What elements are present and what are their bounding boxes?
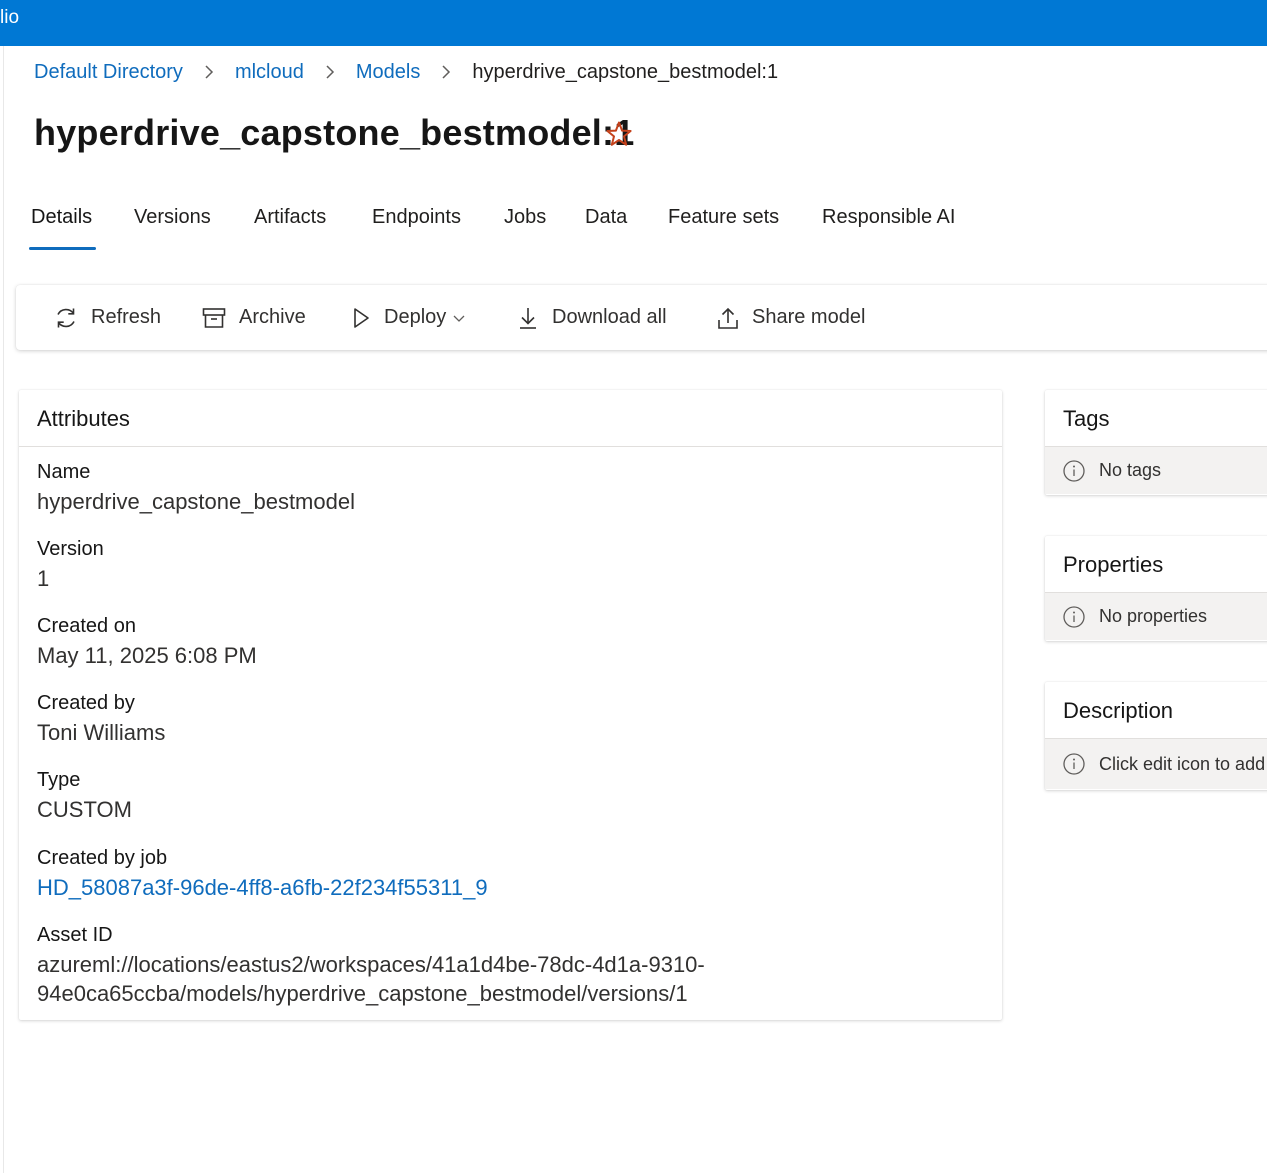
tab-jobs[interactable]: Jobs <box>504 206 546 229</box>
tab-data[interactable]: Data <box>585 206 627 229</box>
attr-version-label: Version <box>37 538 104 560</box>
refresh-label: Refresh <box>91 306 162 328</box>
deploy-label: Deploy <box>384 306 447 328</box>
breadcrumb-workspace[interactable]: mlcloud <box>235 61 304 84</box>
attr-asset-id-value-line1: azureml://locations/eastus2/workspaces/4… <box>37 952 705 977</box>
tab-details[interactable]: Details <box>31 206 92 229</box>
attr-asset-id-group: Asset ID azureml://locations/eastus2/wor… <box>37 924 705 1007</box>
attributes-header: Attributes <box>19 390 1002 447</box>
breadcrumb-models[interactable]: Models <box>356 61 420 84</box>
info-icon <box>1063 753 1085 775</box>
attr-created-on-value: May 11, 2025 6:08 PM <box>37 643 257 668</box>
breadcrumb-current: hyperdrive_capstone_bestmodel:1 <box>472 60 779 83</box>
share-upload-icon <box>718 307 738 329</box>
properties-empty-row: No properties <box>1045 593 1267 640</box>
archive-button[interactable]: Archive <box>201 285 306 350</box>
tab-bar: Details Versions Artifacts Endpoints Job… <box>0 200 1000 254</box>
command-bar: Refresh Archive Deploy Download all Shar… <box>16 285 1267 350</box>
tags-card: Tags No tags <box>1045 390 1267 495</box>
attr-job-group: Created by job HD_58087a3f-96de-4ff8-a6f… <box>37 847 488 901</box>
share-model-label: Share model <box>752 306 866 328</box>
attr-name-label: Name <box>37 461 91 483</box>
app-title: lio <box>0 7 20 28</box>
attr-version-value: 1 <box>37 566 50 591</box>
tab-versions[interactable]: Versions <box>134 206 211 229</box>
description-empty-text: Click edit icon to add <box>1099 753 1266 774</box>
breadcrumb-default-directory[interactable]: Default Directory <box>34 61 183 84</box>
chevron-right-icon <box>183 64 235 80</box>
tab-responsible-ai[interactable]: Responsible AI <box>822 206 955 229</box>
refresh-button[interactable]: Refresh <box>53 285 161 350</box>
attr-created-by-group: Created by Toni Williams <box>37 692 165 746</box>
chevron-right-icon <box>304 64 356 80</box>
attr-type-label: Type <box>37 769 81 791</box>
archive-label: Archive <box>239 306 306 328</box>
description-empty-row: Click edit icon to add <box>1045 739 1267 789</box>
attr-created-on-label: Created on <box>37 615 136 637</box>
download-all-label: Download all <box>552 306 667 328</box>
attr-name-value: hyperdrive_capstone_bestmodel <box>37 489 355 514</box>
attributes-card: Attributes Name hyperdrive_capstone_best… <box>19 390 1002 1020</box>
description-card: Description Click edit icon to add <box>1045 682 1267 790</box>
properties-card: Properties No properties <box>1045 536 1267 641</box>
deploy-button[interactable]: Deploy <box>350 285 466 350</box>
chevron-down-icon <box>453 315 465 322</box>
favorite-star-icon[interactable] <box>605 120 633 148</box>
attr-type-value: CUSTOM <box>37 797 132 822</box>
tags-empty-text: No tags <box>1099 460 1162 480</box>
top-app-bar: lio <box>0 0 1267 46</box>
info-icon <box>1063 605 1085 628</box>
attr-created-by-label: Created by <box>37 692 135 714</box>
tab-feature-sets[interactable]: Feature sets <box>668 206 779 229</box>
page-title: hyperdrive_capstone_bestmodel:1 <box>34 112 635 153</box>
tags-header: Tags <box>1045 390 1267 447</box>
properties-header: Properties <box>1045 536 1267 593</box>
info-icon <box>1063 459 1085 482</box>
tab-artifacts[interactable]: Artifacts <box>254 206 326 229</box>
share-model-button[interactable]: Share model <box>716 285 865 350</box>
description-header: Description <box>1045 682 1267 739</box>
attr-job-label: Created by job <box>37 847 168 869</box>
active-tab-indicator <box>29 247 96 250</box>
download-all-button[interactable]: Download all <box>516 285 667 350</box>
attr-type-group: Type CUSTOM <box>37 769 132 823</box>
properties-empty-text: No properties <box>1099 606 1208 626</box>
attr-created-on-group: Created on May 11, 2025 6:08 PM <box>37 615 257 669</box>
download-icon <box>520 307 536 329</box>
attr-created-by-value: Toni Williams <box>37 720 166 745</box>
chevron-right-icon <box>420 64 472 80</box>
attr-asset-id-label: Asset ID <box>37 924 113 946</box>
refresh-icon <box>57 308 75 327</box>
attr-asset-id-value-line2: 94e0ca65ccba/models/hyperdrive_capstone_… <box>37 981 688 1006</box>
archive-icon <box>202 307 226 328</box>
play-icon <box>354 307 369 328</box>
attr-version-group: Version 1 <box>37 538 104 592</box>
created-by-job-link[interactable]: HD_58087a3f-96de-4ff8-a6fb-22f234f55311_… <box>37 875 488 901</box>
breadcrumb: Default Directory mlcloud Models hyperdr… <box>34 58 778 86</box>
tags-empty-row: No tags <box>1045 447 1267 494</box>
tab-endpoints[interactable]: Endpoints <box>372 206 461 229</box>
attr-name-group: Name hyperdrive_capstone_bestmodel <box>37 461 355 515</box>
